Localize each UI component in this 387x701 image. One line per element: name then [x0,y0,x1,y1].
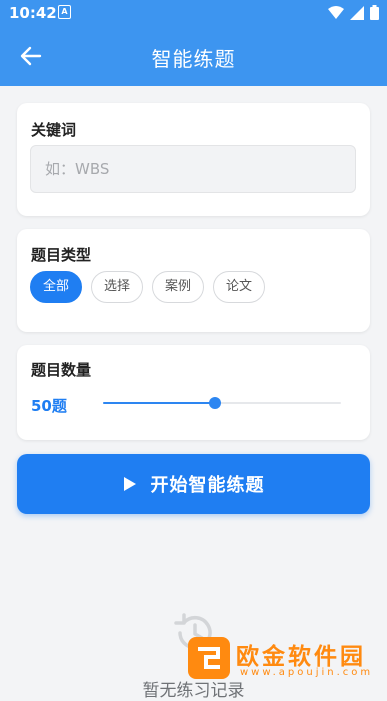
type-chip-choice[interactable]: 选择 [91,271,144,303]
question-type-card: 题目类型 全部 选择 案例 论文 [17,229,370,332]
status-bar: 10:42 A [0,0,387,26]
start-practice-button[interactable]: 开始智能练题 [17,454,370,514]
signal-icon [350,5,364,20]
slider-fill [103,402,215,404]
question-count-value: 50题 [31,397,67,415]
watermark-logo-icon [188,637,230,679]
status-icons [328,5,379,20]
watermark: 欧金软件园 www.apoujin.com [188,637,382,683]
watermark-name: 欧金软件园 [236,644,366,670]
keyword-card: 关键词 [17,103,370,216]
type-chip-case[interactable]: 案例 [152,271,205,303]
question-count-slider[interactable] [103,396,341,410]
page-title: 智能练题 [151,47,236,71]
keyword-input[interactable] [30,145,356,193]
question-type-options: 全部 选择 案例 论文 [30,271,266,303]
slider-thumb[interactable] [208,397,221,409]
battery-icon [370,5,379,20]
question-count-card: 题目数量 50题 [17,345,370,440]
question-count-label: 题目数量 [31,361,92,379]
play-icon [123,477,136,491]
wifi-icon [328,5,344,19]
watermark-url: www.apoujin.com [240,667,374,678]
question-type-label: 题目类型 [31,246,92,264]
app-bar: 智能练题 [0,26,387,86]
keyword-label: 关键词 [31,121,77,139]
start-practice-label: 开始智能练题 [150,475,265,496]
type-chip-all[interactable]: 全部 [30,271,83,303]
status-time: 10:42 [9,4,57,22]
type-chip-essay[interactable]: 论文 [213,271,266,303]
notification-icon: A [58,5,71,19]
